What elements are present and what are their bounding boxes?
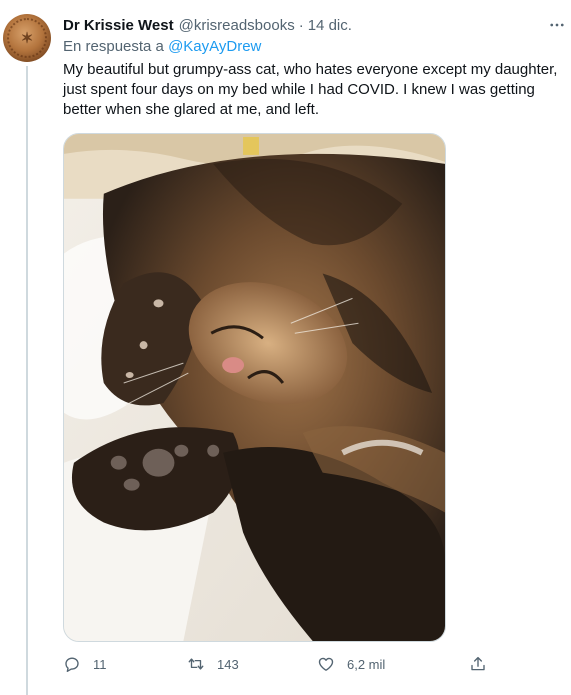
tweet-text: My beautiful but grumpy-ass cat, who hat… <box>63 61 558 118</box>
heart-icon <box>318 657 334 671</box>
retweet-count: 143 <box>217 656 239 672</box>
tweet-actions: 11 143 6,2 mil <box>63 652 503 676</box>
avatar-coin-glyph: ✶ <box>20 29 34 47</box>
author-name[interactable]: Dr Krissie West <box>63 17 174 34</box>
tweet-header: Dr Krissie West @krisreadsbooks · 14 dic… <box>63 14 352 36</box>
separator-dot: · <box>298 16 304 34</box>
reply-bubble-icon <box>65 657 79 673</box>
share-upload-icon <box>471 656 485 671</box>
retweet-icon <box>188 658 204 670</box>
thread-connector-line <box>26 66 28 695</box>
cat-photo-illustration <box>64 134 445 641</box>
more-horizontal-icon <box>550 23 564 27</box>
avatar[interactable]: ✶ <box>3 14 51 62</box>
reply-prefix: En respuesta a <box>63 38 164 55</box>
tweet-photo[interactable] <box>63 133 446 642</box>
like-count: 6,2 mil <box>347 656 386 672</box>
retweet-button[interactable]: 143 <box>187 652 239 676</box>
reply-count: 11 <box>93 656 107 672</box>
share-button[interactable] <box>469 652 487 676</box>
reply-button[interactable]: 11 <box>63 652 107 676</box>
reply-to-link[interactable]: @KayAyDrew <box>168 38 261 55</box>
author-handle[interactable]: @krisreadsbooks <box>179 17 295 34</box>
like-button[interactable]: 6,2 mil <box>317 652 385 676</box>
reply-context: En respuesta a @KayAyDrew <box>63 36 261 58</box>
more-options-button[interactable] <box>546 14 568 36</box>
tweet-date[interactable]: 14 dic. <box>308 17 352 34</box>
tweet: ✶ Dr Krissie West @krisreadsbooks · 14 d… <box>0 0 571 695</box>
